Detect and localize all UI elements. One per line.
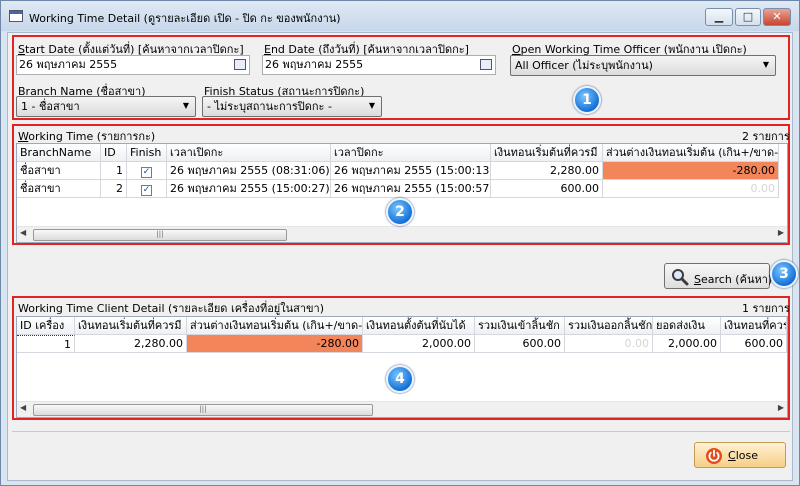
start-date-picker[interactable]: 26 พฤษภาคม 2555 <box>16 55 250 75</box>
cell-open-time[interactable]: 26 พฤษภาคม 2555 (08:31:06) <box>167 162 331 180</box>
title-bar: Working Time Detail (ดูรายละเอียด เปิด -… <box>1 1 799 31</box>
close-button-label: Close <box>728 449 758 462</box>
start-date-value: 26 พฤษภาคม 2555 <box>19 58 118 71</box>
working-time-detail-window: Working Time Detail (ดูรายละเอียด เปิด -… <box>0 0 800 486</box>
column-header[interactable]: เวลาเปิดกะ <box>167 144 331 162</box>
column-header[interactable]: ID เครื่อง <box>17 317 75 335</box>
column-header[interactable]: ยอดส่งเงิน <box>653 317 721 335</box>
power-icon <box>706 448 722 464</box>
column-header[interactable]: รวมเงินออกลิ้นชัก <box>565 317 653 335</box>
column-header[interactable]: รวมเงินเข้าลิ้นชัก <box>475 317 565 335</box>
scroll-right-icon[interactable]: ▶ <box>778 403 784 412</box>
end-date-value: 26 พฤษภาคม 2555 <box>265 58 364 71</box>
divider <box>12 431 790 432</box>
cell-client-id[interactable]: 1 <box>17 335 75 353</box>
cell-diff[interactable]: 0.00 <box>603 180 779 198</box>
scroll-right-icon[interactable]: ▶ <box>778 228 784 237</box>
cell-branch[interactable]: ชื่อสาขา <box>17 162 101 180</box>
client-detail-count: 1 รายการ <box>742 302 790 315</box>
cell-remaining-change[interactable]: 600.00 <box>721 335 787 353</box>
cell-drawer-out[interactable]: 0.00 <box>565 335 653 353</box>
scroll-left-icon[interactable]: ◀ <box>20 228 26 237</box>
close-window-button[interactable]: ✕ <box>763 8 791 26</box>
end-date-picker[interactable]: 26 พฤษภาคม 2555 <box>262 55 496 75</box>
horizontal-scrollbar[interactable]: ◀ ||| ▶ <box>17 226 787 242</box>
finish-status-select[interactable]: - ไม่ระบุสถานะการปิดกะ - ▼ <box>202 96 382 117</box>
search-button-label: Search (ค้นหา) <box>694 273 773 286</box>
cell-id[interactable]: 2 <box>101 180 127 198</box>
cell-finish[interactable]: ✓ <box>127 180 167 198</box>
minimize-button[interactable]: ▁ <box>705 8 733 26</box>
column-header[interactable]: ส่วนต่างเงินทอนเริ่มต้น (เกิน+/ขาด-) <box>603 144 779 162</box>
cell-close-time[interactable]: 26 พฤษภาคม 2555 (15:00:13) <box>331 162 491 180</box>
cell-counted-change[interactable]: 2,000.00 <box>363 335 475 353</box>
window-title: Working Time Detail (ดูรายละเอียด เปิด -… <box>29 12 341 25</box>
form-body: Start Date (ตั้งแต่วันที่) [ค้นหาจากเวลา… <box>7 32 798 481</box>
finish-checkbox-checked[interactable]: ✓ <box>141 167 152 178</box>
cell-diff-highlighted[interactable]: -280.00 <box>603 162 779 180</box>
scroll-left-icon[interactable]: ◀ <box>20 403 26 412</box>
column-header[interactable]: Finish <box>127 144 167 162</box>
cell-open-time[interactable]: 26 พฤษภาคม 2555 (15:00:27) <box>167 180 331 198</box>
working-time-grid[interactable]: BranchName ID Finish เวลาเปิดกะ เวลาปิดก… <box>16 143 788 243</box>
search-button[interactable]: Search (ค้นหา) <box>664 263 773 289</box>
cell-branch[interactable]: ชื่อสาขา <box>17 180 101 198</box>
column-header[interactable]: เงินทอนตั้งต้นที่นับได้ <box>363 317 475 335</box>
cell-close-time[interactable]: 26 พฤษภาคม 2555 (15:00:57) <box>331 180 491 198</box>
annotation-badge-3: 3 <box>770 260 798 288</box>
column-header[interactable]: ส่วนต่างเงินทอนเริ่มต้น (เกิน+/ขาด-) <box>187 317 363 335</box>
cell-start-change[interactable]: 600.00 <box>491 180 603 198</box>
annotation-badge-1: 1 <box>573 86 601 114</box>
cell-start-change[interactable]: 2,280.00 <box>75 335 187 353</box>
column-header[interactable]: เงินทอนที่ควรเหลือ <box>721 317 787 335</box>
magnifier-icon <box>672 269 689 286</box>
client-detail-title: Working Time Client Detail (รายละเอียด เ… <box>18 302 325 315</box>
cell-finish[interactable]: ✓ <box>127 162 167 180</box>
column-header[interactable]: เงินทอนเริ่มต้นที่ควรมี <box>491 144 603 162</box>
calendar-icon[interactable] <box>234 59 246 70</box>
cell-diff-highlighted[interactable]: -280.00 <box>187 335 363 353</box>
cell-id[interactable]: 1 <box>101 162 127 180</box>
column-header[interactable]: เงินทอนเริ่มต้นที่ควรมี <box>75 317 187 335</box>
annotation-badge-4: 4 <box>386 365 414 393</box>
close-button[interactable]: Close <box>694 442 786 468</box>
annotation-badge-2: 2 <box>386 198 414 226</box>
window-icon <box>9 10 23 22</box>
chevron-down-icon: ▼ <box>182 101 190 110</box>
chevron-down-icon: ▼ <box>762 60 770 69</box>
finish-checkbox-checked[interactable]: ✓ <box>141 185 152 196</box>
calendar-icon[interactable] <box>480 59 492 70</box>
chevron-down-icon: ▼ <box>368 101 376 110</box>
scrollbar-thumb[interactable]: ||| <box>33 229 287 241</box>
maximize-button[interactable]: □ <box>735 8 761 26</box>
column-header[interactable]: ID <box>101 144 127 162</box>
cell-start-change[interactable]: 2,280.00 <box>491 162 603 180</box>
branch-select[interactable]: 1 - ชื่อสาขา ▼ <box>16 96 196 117</box>
cell-drawer-in[interactable]: 600.00 <box>475 335 565 353</box>
cell-send-amount[interactable]: 2,000.00 <box>653 335 721 353</box>
officer-select[interactable]: All Officer (ไม่ระบุพนักงาน) ▼ <box>510 55 776 76</box>
column-header[interactable]: BranchName <box>17 144 101 162</box>
scrollbar-thumb[interactable]: ||| <box>33 404 373 416</box>
column-header[interactable]: เวลาปิดกะ <box>331 144 491 162</box>
horizontal-scrollbar[interactable]: ◀ ||| ▶ <box>17 401 787 417</box>
